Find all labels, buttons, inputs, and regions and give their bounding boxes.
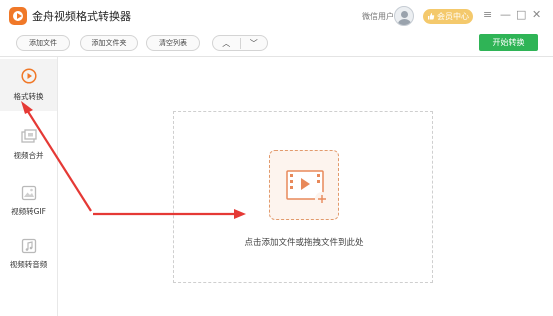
- minimize-button[interactable]: —: [500, 8, 511, 22]
- file-drop-zone[interactable]: 点击添加文件或拖拽文件到此处: [173, 111, 433, 283]
- reorder-buttons: ︿ ﹀: [212, 35, 268, 51]
- sidebar-item-label: 视频合并: [13, 151, 44, 160]
- add-file-button[interactable]: 添加文件: [16, 35, 70, 51]
- maximize-button[interactable]: □: [516, 8, 526, 22]
- sidebar: 格式转换 视频合并 视频转GIF 视频转音频: [0, 57, 58, 316]
- toolbar-divider: [0, 56, 553, 57]
- drop-hint: 点击添加文件或拖拽文件到此处: [244, 238, 364, 248]
- clear-list-button[interactable]: 清空列表: [146, 35, 200, 51]
- gif-icon: [21, 185, 37, 201]
- sidebar-item-label: 视频转音频: [9, 260, 48, 269]
- member-center-button[interactable]: 会员中心: [423, 9, 473, 24]
- member-center-label: 会员中心: [437, 12, 469, 21]
- user-label[interactable]: 微信用户: [362, 11, 394, 22]
- sidebar-item-video-to-gif[interactable]: 视频转GIF: [0, 176, 57, 228]
- close-button[interactable]: ✕: [532, 8, 541, 22]
- sidebar-item-label: 视频转GIF: [11, 207, 46, 216]
- toolbar: 添加文件 添加文件夹 清空列表 ︿ ﹀: [0, 32, 553, 54]
- sidebar-item-video-merge[interactable]: 视频合并: [0, 120, 57, 172]
- video-merge-icon: [21, 129, 37, 145]
- sidebar-item-video-to-audio[interactable]: 视频转音频: [0, 229, 57, 281]
- sidebar-item-format-convert[interactable]: 格式转换: [0, 59, 57, 111]
- app-logo-icon: [9, 7, 27, 25]
- music-icon: [21, 238, 37, 254]
- move-down-button[interactable]: ﹀: [241, 38, 268, 49]
- move-up-button[interactable]: ︿: [213, 37, 241, 49]
- sidebar-item-label: 格式转换: [13, 92, 44, 101]
- menu-icon[interactable]: ≡: [483, 8, 492, 22]
- format-convert-icon: [21, 68, 37, 84]
- thumb-icon: [427, 12, 435, 22]
- title-bar: 金舟视频格式转换器 微信用户 会员中心 ≡ — □ ✕: [0, 0, 553, 32]
- add-folder-button[interactable]: 添加文件夹: [80, 35, 138, 51]
- avatar[interactable]: [394, 6, 414, 26]
- add-video-icon[interactable]: [269, 150, 339, 220]
- app-title: 金舟视频格式转换器: [32, 10, 131, 23]
- start-convert-button[interactable]: 开始转换: [479, 34, 538, 51]
